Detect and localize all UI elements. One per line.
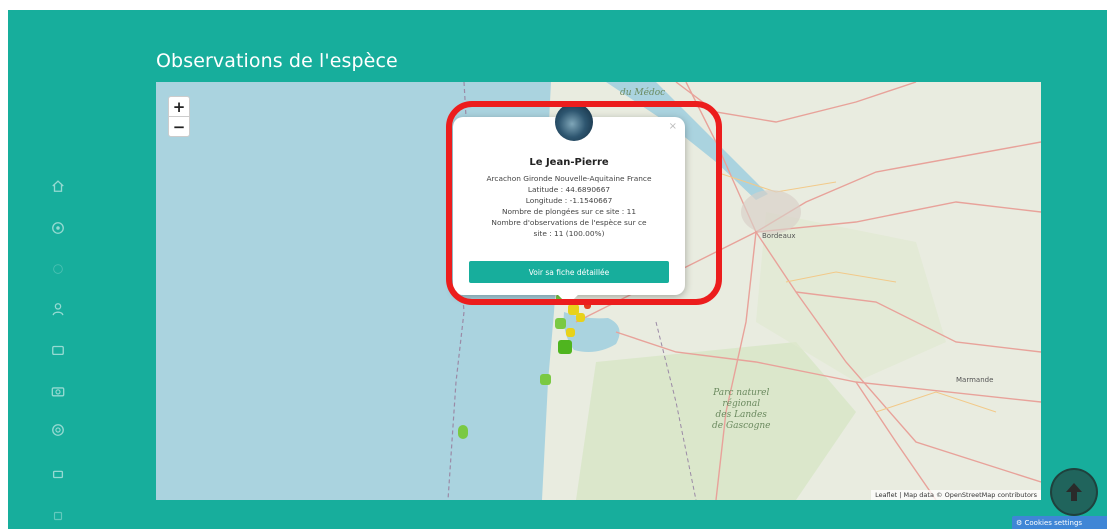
zoom-out-button[interactable]: −	[169, 116, 189, 136]
site-location: Arcachon Gironde Nouvelle-Aquitaine Fran…	[486, 174, 652, 183]
observation-marker[interactable]	[540, 374, 551, 385]
place-label-landes: Parc naturel régional des Landes de Gasc…	[712, 388, 771, 431]
site-dives: Nombre de plongées sur ce site : 11	[501, 207, 637, 216]
scroll-to-top-button[interactable]	[1050, 468, 1098, 516]
observations-map[interactable]: du Médoc Bordeaux Parc naturel régional …	[156, 82, 1041, 500]
place-label-medoc: du Médoc	[620, 88, 666, 98]
site-avatar	[555, 103, 593, 141]
target-icon[interactable]	[50, 220, 66, 236]
observation-marker[interactable]	[555, 318, 566, 329]
settings-icon[interactable]	[50, 466, 66, 482]
site-popup: × Le Jean-Pierre Arcachon Gironde Nouvel…	[453, 103, 685, 305]
page-frame: Observations de l'espèce du Médoc Bordea…	[8, 10, 1107, 529]
site-observations-percent: site : 11 (100.00%)	[533, 229, 605, 238]
user-icon[interactable]	[50, 301, 66, 317]
more-icon[interactable]	[50, 508, 66, 524]
view-details-button[interactable]: Voir sa fiche détaillée	[469, 261, 669, 283]
zoom-in-button[interactable]: +	[169, 97, 189, 116]
observation-marker[interactable]	[584, 302, 591, 309]
observation-marker[interactable]	[458, 425, 468, 439]
zoom-control: + −	[168, 96, 190, 137]
list-icon[interactable]	[50, 342, 66, 358]
map-attribution[interactable]: Leaflet | Map data © OpenStreetMap contr…	[871, 490, 1041, 500]
sidebar	[8, 10, 108, 529]
observation-marker[interactable]	[576, 313, 585, 322]
site-longitude: Longitude : -1.1540667	[525, 196, 613, 205]
home-icon[interactable]	[50, 178, 66, 194]
site-details: Arcachon Gironde Nouvelle-Aquitaine Fran…	[463, 173, 675, 239]
page-title: Observations de l'espèce	[156, 50, 398, 72]
cookie-settings-button[interactable]: ⚙ Cookies settings	[1012, 516, 1107, 529]
site-name: Le Jean-Pierre	[529, 157, 609, 168]
help-icon[interactable]	[50, 422, 66, 438]
place-label-bordeaux: Bordeaux	[762, 232, 796, 240]
site-latitude: Latitude : 44.6890667	[527, 185, 611, 194]
camera-icon[interactable]	[50, 383, 66, 399]
popup-close-button[interactable]: ×	[669, 121, 677, 132]
observation-marker[interactable]	[558, 340, 572, 354]
observation-marker[interactable]	[566, 328, 575, 337]
place-label-marmande: Marmande	[956, 376, 994, 384]
site-observations: Nombre d'observations de l'espèce sur ce	[491, 218, 647, 227]
blank-icon[interactable]	[50, 261, 66, 277]
arrow-up-icon	[1066, 483, 1082, 501]
